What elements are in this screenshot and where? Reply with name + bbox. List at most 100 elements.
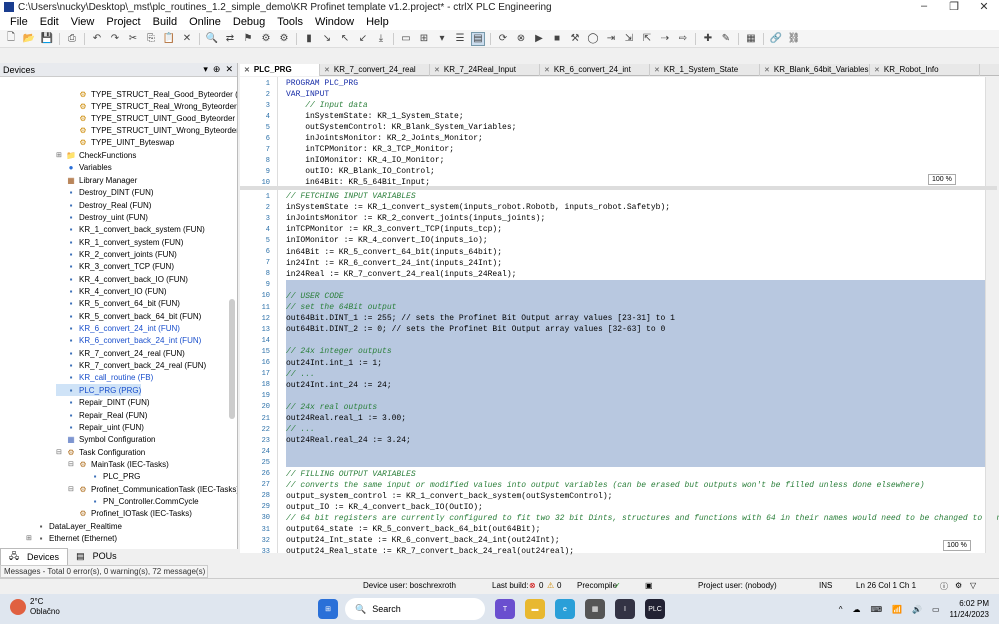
tree-item[interactable]: ▪ Destroy_uint (FUN)	[56, 211, 148, 223]
tab-kr6-convert-24-int[interactable]: ✕ KR_6_convert_24_int	[540, 63, 650, 76]
settings-icon[interactable]: ⚙	[955, 581, 962, 590]
open-icon[interactable]: 📂	[22, 32, 36, 46]
close-icon[interactable]: ✕	[324, 66, 330, 74]
bookmark-prev-icon[interactable]: ↖	[338, 32, 352, 46]
tree-item[interactable]: ▪ KR_6_convert_back_24_int (FUN)	[56, 334, 202, 346]
monitor-icon[interactable]: ▦	[744, 32, 758, 46]
tree-item[interactable]: ⚙ TYPE_STRUCT_Real_Wrong_Byteorder (STRU	[68, 100, 237, 112]
save-icon[interactable]: 💾	[40, 32, 54, 46]
redo-icon[interactable]: ↷	[108, 32, 122, 46]
battery-icon[interactable]: ▭	[932, 605, 940, 614]
tree-item[interactable]: ▪ Destroy_Real (FUN)	[56, 199, 152, 211]
menu-debug[interactable]: Debug	[227, 16, 271, 28]
wifi-icon[interactable]: 📶	[892, 605, 902, 614]
tab-kr1-system-state[interactable]: ✕ KR_1_System_State	[650, 63, 760, 76]
tree-item[interactable]: ▦ Symbol Configuration	[56, 433, 155, 445]
close-icon[interactable]: ✕	[434, 66, 440, 74]
cloud-icon[interactable]: ☁	[853, 605, 861, 614]
store-icon[interactable]: ▦	[585, 599, 605, 619]
tree-item[interactable]: ⊟ ⚙ Profinet_CommunicationTask (IEC-Tasks)	[68, 483, 237, 495]
tab-kr-blank-64bit-variables[interactable]: ✕ KR_Blank_64bit_Variables	[760, 63, 870, 76]
tree-item[interactable]: ▪ KR_5_convert_64_bit (FUN)	[56, 297, 180, 309]
close-icon[interactable]: ✕	[244, 66, 250, 74]
taskbar-search[interactable]: 🔍 Search	[345, 598, 485, 620]
tab-pous[interactable]: ▤ POUs	[68, 551, 125, 562]
print-icon[interactable]: ⎙	[65, 32, 79, 46]
messages-bar[interactable]: Messages - Total 0 error(s), 0 warning(s…	[0, 565, 208, 578]
panel-pin-icon[interactable]: ⊕	[213, 64, 221, 75]
panel-menu-icon[interactable]: ▾	[203, 64, 208, 75]
run-to-cursor-icon[interactable]: ⇢	[658, 32, 672, 46]
tree-item[interactable]: ▪ KR_2_convert_joints (FUN)	[56, 248, 177, 260]
close-icon[interactable]: ✕	[544, 66, 550, 74]
panel-close-icon[interactable]: ✕	[225, 64, 233, 75]
step-over-icon[interactable]: ⇥	[604, 32, 618, 46]
tree-item[interactable]: ▪ DataLayer_Realtime	[26, 520, 122, 532]
tree-item[interactable]: ▪ KR_call_routine (FB)	[56, 371, 154, 383]
force-icon[interactable]: ✚	[701, 32, 715, 46]
info-icon[interactable]: ⓘ	[940, 581, 948, 592]
bookmark-clear-icon[interactable]: ↙	[356, 32, 370, 46]
file-explorer-icon[interactable]: ▬	[525, 599, 545, 619]
chevron-up-icon[interactable]: ^	[839, 605, 843, 614]
link-icon[interactable]: 🔗	[769, 32, 783, 46]
tree-scrollbar[interactable]	[229, 79, 235, 549]
plc-app-icon[interactable]: PLC	[645, 599, 665, 619]
expander-icon[interactable]: ⊟	[68, 485, 76, 493]
tree-item[interactable]: ▪ KR_1_convert_back_system (FUN)	[56, 223, 205, 235]
bookmark-next-icon[interactable]: ↘	[320, 32, 334, 46]
tree-item[interactable]: ⚙ TYPE_STRUCT_UINT_Good_Byteorder (STRUC	[68, 112, 237, 124]
write-icon[interactable]: ✎	[719, 32, 733, 46]
build-icon[interactable]: ⚙	[259, 32, 273, 46]
replace-icon[interactable]: ⇄	[223, 32, 237, 46]
tree-item[interactable]: ▦ Library Manager	[56, 174, 137, 186]
tree-item[interactable]: ▪ PN_Controller.CommCycle	[80, 495, 199, 507]
weather-widget[interactable]: 2°C Oblačno	[10, 597, 60, 617]
menu-tools[interactable]: Tools	[271, 16, 309, 28]
teams-icon[interactable]: T	[495, 599, 515, 619]
expander-icon[interactable]: ⊞	[26, 534, 34, 542]
tree-item[interactable]: ▪ KR_1_convert_system (FUN)	[56, 236, 184, 248]
undo-icon[interactable]: ↶	[90, 32, 104, 46]
dropdown-icon[interactable]: ▾	[435, 32, 449, 46]
close-icon[interactable]: ✕	[874, 66, 880, 74]
tab-kr7-convert-24-real[interactable]: ✕ KR_7_convert_24_real	[320, 63, 430, 76]
minimize-button[interactable]: –	[909, 0, 939, 13]
close-icon[interactable]: ✕	[654, 66, 660, 74]
step-out-icon[interactable]: ⇱	[640, 32, 654, 46]
tree-item[interactable]: ⚙ TYPE_STRUCT_UINT_Wrong_Byteorder (STRU	[68, 124, 237, 136]
tree-item[interactable]: ▪ PLC_PRG (PRG)	[56, 384, 142, 396]
tree-item[interactable]: ⚙ Profinet_IOTask (IEC-Tasks)	[68, 507, 192, 519]
maximize-button[interactable]: ❐	[939, 0, 969, 13]
properties-icon[interactable]: ☰	[453, 32, 467, 46]
tree-item[interactable]: ⚙ TYPE_STRUCT_Real_Good_Byteorder (STR	[68, 88, 237, 100]
menu-edit[interactable]: Edit	[34, 16, 65, 28]
tree-item[interactable]: ⊟ ⚙ Task Configuration	[56, 446, 145, 458]
tree-item[interactable]: ⊞ 📁 CheckFunctions	[56, 149, 136, 161]
tree-item[interactable]: ⚙ TYPE_UINT_Byteswap	[68, 136, 174, 148]
tree-item[interactable]: ▪ KR_6_convert_24_int (FUN)	[56, 322, 180, 334]
tree-item[interactable]: ▪ Repair_DINT (FUN)	[56, 396, 150, 408]
delete-icon[interactable]: ✕	[180, 32, 194, 46]
step-into-icon[interactable]: ⇲	[622, 32, 636, 46]
menu-view[interactable]: View	[65, 16, 101, 28]
reset-icon[interactable]: ⚒	[568, 32, 582, 46]
window-icon[interactable]: ▭	[399, 32, 413, 46]
volume-icon[interactable]: 🔊	[912, 605, 922, 614]
tab-plc-prg[interactable]: ✕ PLC_PRG	[240, 63, 320, 76]
tree-item[interactable]: ⊞ ▪ Ethernet (Ethernet)	[26, 532, 117, 544]
start-icon[interactable]: ⊞	[318, 599, 338, 619]
tree-item[interactable]: ▪ Repair_Real (FUN)	[56, 409, 148, 421]
implementation-editor[interactable]: 1 // FETCHING INPUT VARIABLES 2 inSystemSta…	[240, 190, 999, 556]
filter-icon[interactable]: ▽	[970, 581, 976, 590]
implementation-scrollbar[interactable]	[985, 190, 997, 553]
build-status-icon[interactable]: ▣	[645, 581, 653, 590]
declaration-scrollbar[interactable]	[985, 77, 997, 187]
login-icon[interactable]: ⟳	[496, 32, 510, 46]
expander-icon[interactable]: ⊟	[56, 448, 64, 456]
tab-kr-robot-info[interactable]: ✕ KR_Robot_Info	[870, 63, 980, 76]
keyboard-icon[interactable]: ⌨	[871, 605, 883, 614]
stop-icon[interactable]: ■	[550, 32, 564, 46]
tree-item[interactable]: ▪ PLC_PRG	[80, 470, 141, 482]
expander-icon[interactable]: ⊟	[68, 460, 76, 468]
